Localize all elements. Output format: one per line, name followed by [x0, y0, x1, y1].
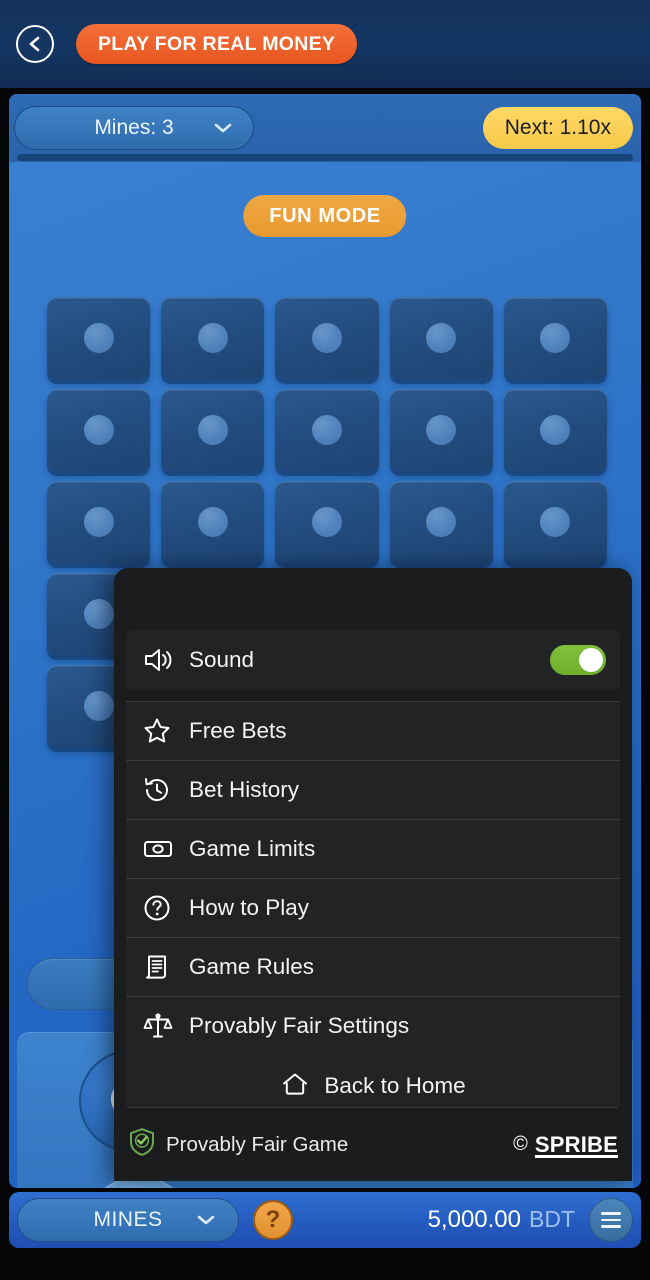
shield-check-icon [128, 1127, 156, 1162]
menu-label-sound: Sound [189, 646, 255, 672]
tile-dot-icon [311, 323, 342, 353]
sound-toggle[interactable] [550, 644, 606, 675]
menu-label-back-to-home: Back to Home [324, 1073, 466, 1098]
game-screen: PLAY FOR REAL MONEY Mines: 3 Next: 1.10x… [0, 0, 650, 1280]
mine-tile[interactable] [275, 389, 379, 471]
tile-dot-icon [426, 415, 457, 445]
next-multiplier-badge: Next: 1.10x [482, 107, 633, 149]
menu-item-provably-fair-settings[interactable]: Provably Fair Settings [126, 996, 620, 1055]
chevron-down-icon [196, 1208, 216, 1232]
balance-currency: BDT [529, 1206, 575, 1232]
mine-tile[interactable] [161, 389, 265, 471]
tile-dot-icon [83, 507, 114, 537]
tile-dot-icon [540, 415, 571, 445]
game-name-label: MINES [93, 1208, 163, 1231]
play-for-real-money-button[interactable]: PLAY FOR REAL MONEY [76, 24, 358, 64]
menu-item-game-limits[interactable]: Game Limits [126, 819, 620, 878]
status-bar-shadow [17, 154, 633, 161]
copyright-icon: © [513, 1133, 528, 1155]
menu-label-provably-fair-settings: Provably Fair Settings [189, 1012, 410, 1038]
mine-tile[interactable] [503, 389, 607, 471]
chevron-left-icon [27, 35, 43, 53]
spribe-label: SPRIBE [534, 1131, 618, 1157]
menu-label-bet-history: Bet History [189, 776, 300, 802]
panel-footer: Provably Fair Game © SPRIBE [114, 1107, 632, 1181]
help-button[interactable]: ? [253, 1200, 293, 1240]
tile-dot-icon [311, 507, 342, 537]
balance-display: 5,000.00 BDT [428, 1206, 575, 1234]
tile-dot-icon [83, 415, 114, 445]
menu-label-how-to-play: How to Play [189, 894, 310, 920]
mine-tile[interactable] [47, 297, 151, 379]
home-icon [280, 1070, 310, 1103]
banknote-icon [143, 834, 177, 864]
menu-item-game-rules[interactable]: Game Rules [126, 937, 620, 996]
mine-tile[interactable] [389, 481, 493, 563]
fun-mode-badge[interactable]: FUN MODE [243, 195, 407, 237]
game-status-bar: Mines: 3 Next: 1.10x [9, 94, 641, 162]
tile-dot-icon [311, 415, 342, 445]
sound-toggle-knob [579, 647, 603, 672]
hamburger-icon-line [601, 1212, 621, 1215]
tile-dot-icon [426, 507, 457, 537]
mine-tile[interactable] [389, 389, 493, 471]
tile-dot-icon [83, 599, 114, 629]
spribe-brand[interactable]: © SPRIBE [513, 1132, 618, 1158]
menu-item-sound[interactable]: Sound [126, 630, 620, 689]
balance-amount: 5,000.00 [427, 1206, 521, 1233]
bottom-bar: MINES ? 5,000.00 BDT [9, 1192, 641, 1248]
menu-item-free-bets[interactable]: Free Bets [126, 701, 620, 760]
chevron-down-icon [213, 116, 233, 140]
hamburger-icon-line [601, 1218, 621, 1222]
mines-count-select[interactable]: Mines: 3 [14, 106, 254, 150]
menu-item-bet-history[interactable]: Bet History [126, 760, 620, 819]
tile-dot-icon [83, 691, 114, 721]
star-icon [143, 716, 177, 746]
mine-tile[interactable] [47, 481, 151, 563]
menu-list: Sound Free Bets Bet History Game Limits … [114, 568, 632, 1117]
menu-button[interactable] [589, 1198, 633, 1242]
scales-icon [143, 1011, 177, 1041]
menu-item-how-to-play[interactable]: How to Play [126, 878, 620, 937]
tile-dot-icon [540, 323, 571, 353]
mine-tile[interactable] [161, 481, 265, 563]
tile-dot-icon [83, 323, 114, 353]
tile-dot-icon [197, 415, 228, 445]
menu-label-game-rules: Game Rules [189, 953, 315, 979]
game-selector-button[interactable]: MINES [17, 1198, 239, 1242]
history-clock-icon [143, 775, 177, 805]
top-header-bar: PLAY FOR REAL MONEY [0, 0, 650, 88]
settings-menu-panel: Sound Free Bets Bet History Game Limits … [114, 568, 632, 1181]
mine-tile[interactable] [161, 297, 265, 379]
hamburger-icon-line [601, 1225, 621, 1228]
speaker-icon [143, 645, 177, 675]
question-circle-icon [143, 893, 177, 923]
back-button[interactable] [16, 25, 54, 63]
tile-dot-icon [197, 507, 228, 537]
mine-tile[interactable] [47, 389, 151, 471]
tile-dot-icon [197, 323, 228, 353]
document-scroll-icon [143, 952, 177, 982]
mine-tile[interactable] [389, 297, 493, 379]
mine-tile[interactable] [275, 481, 379, 563]
menu-label-free-bets: Free Bets [189, 717, 287, 743]
tile-dot-icon [540, 507, 571, 537]
mine-tile[interactable] [503, 481, 607, 563]
provably-fair-label: Provably Fair Game [166, 1132, 349, 1156]
mine-tile[interactable] [275, 297, 379, 379]
menu-label-game-limits: Game Limits [189, 835, 316, 861]
mine-tile[interactable] [503, 297, 607, 379]
tile-dot-icon [426, 323, 457, 353]
mines-count-label: Mines: 3 [94, 116, 174, 139]
